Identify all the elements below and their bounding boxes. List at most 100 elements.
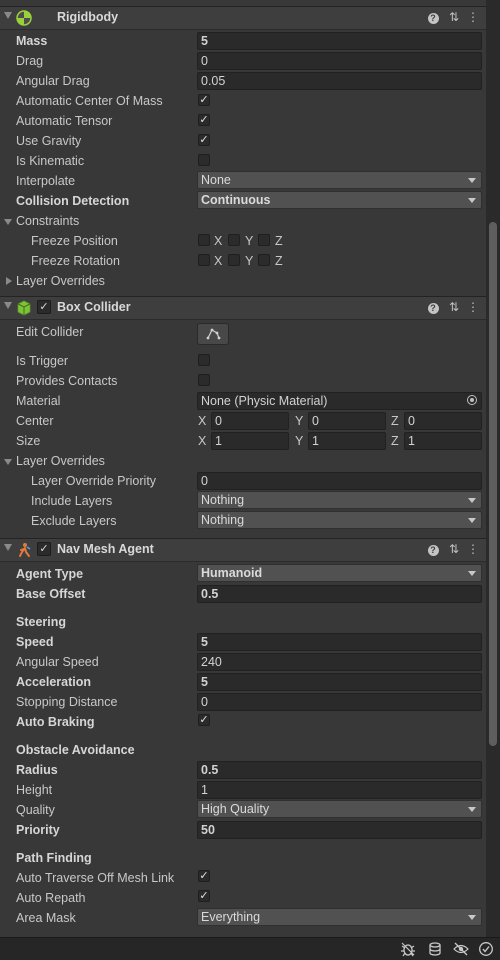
- speed-field[interactable]: 5: [197, 633, 482, 651]
- box-collider-fold-icon[interactable]: [4, 302, 12, 309]
- auto-repath-label: Auto Repath: [16, 891, 86, 905]
- object-picker-icon[interactable]: [467, 395, 477, 405]
- layer-overrides-fold-icon[interactable]: [6, 277, 12, 285]
- auto-com-checkbox[interactable]: ✓: [198, 94, 210, 106]
- exclude-layers-dropdown[interactable]: Nothing: [197, 511, 482, 529]
- use-gravity-checkbox[interactable]: ✓: [198, 134, 210, 146]
- nav-mesh-agent-enabled-checkbox[interactable]: ✓: [37, 542, 51, 556]
- size-x-field[interactable]: 1: [211, 432, 289, 450]
- center-label: Center: [16, 414, 54, 428]
- quality-value: High Quality: [201, 802, 270, 816]
- material-field[interactable]: None (Physic Material): [197, 392, 482, 410]
- angular-drag-field[interactable]: 0.05: [197, 72, 482, 90]
- layer-override-priority-field[interactable]: 0: [197, 472, 482, 490]
- is-kinematic-checkbox[interactable]: [198, 154, 210, 166]
- auto-tensor-checkbox[interactable]: ✓: [198, 114, 210, 126]
- height-field[interactable]: 1: [197, 781, 482, 799]
- freeze-position-x-checkbox[interactable]: [198, 234, 210, 246]
- center-x-field[interactable]: 0: [211, 412, 289, 430]
- layer-overrides-label[interactable]: Layer Overrides: [16, 454, 105, 468]
- stopping-distance-field[interactable]: 0: [197, 693, 482, 711]
- auto-com-label: Automatic Center Of Mass: [16, 94, 163, 108]
- visibility-icon[interactable]: [453, 941, 469, 957]
- provides-contacts-checkbox[interactable]: [198, 374, 210, 386]
- provides-contacts-label: Provides Contacts: [16, 374, 118, 388]
- agent-type-dropdown[interactable]: Humanoid: [197, 564, 482, 582]
- include-layers-label: Include Layers: [31, 494, 113, 508]
- center-y-field[interactable]: 0: [308, 412, 386, 430]
- size-z-label: Z: [391, 434, 399, 448]
- angular-drag-label: Angular Drag: [16, 74, 90, 88]
- checkmark-icon[interactable]: [478, 941, 494, 957]
- auto-repath-checkbox[interactable]: ✓: [198, 890, 210, 902]
- box-collider-icon: [17, 300, 31, 316]
- more-icon[interactable]: ⋮: [465, 9, 481, 25]
- more-icon[interactable]: ⋮: [465, 299, 481, 315]
- help-icon[interactable]: ?: [425, 9, 441, 25]
- base-offset-label: Base Offset: [16, 587, 86, 601]
- more-icon[interactable]: ⋮: [465, 541, 481, 557]
- chevron-down-icon: [468, 198, 476, 203]
- angular-speed-label: Angular Speed: [16, 655, 99, 669]
- constraints-label[interactable]: Constraints: [16, 214, 79, 228]
- interpolate-label: Interpolate: [16, 174, 76, 188]
- rigidbody-icon: [16, 10, 32, 26]
- base-offset-field[interactable]: 0.5: [197, 585, 482, 603]
- include-layers-dropdown[interactable]: Nothing: [197, 491, 482, 509]
- nav-mesh-agent-fold-icon[interactable]: [4, 544, 12, 551]
- auto-braking-checkbox[interactable]: ✓: [198, 714, 210, 726]
- size-label: Size: [16, 434, 41, 448]
- preset-icon[interactable]: ⇅: [446, 299, 462, 315]
- mass-field[interactable]: 5: [197, 32, 482, 50]
- rigidbody-fold-icon[interactable]: [4, 12, 12, 19]
- freeze-position-z-checkbox[interactable]: [258, 234, 270, 246]
- angular-speed-field[interactable]: 240: [197, 653, 482, 671]
- center-z-field[interactable]: 0: [404, 412, 482, 430]
- auto-tensor-label: Automatic Tensor: [16, 114, 113, 128]
- obstacle-avoidance-heading: Obstacle Avoidance: [16, 743, 135, 757]
- height-label: Height: [16, 783, 53, 797]
- nav-mesh-agent-title: Nav Mesh Agent: [57, 542, 154, 556]
- vertical-scrollbar[interactable]: [486, 0, 500, 937]
- collision-detection-dropdown[interactable]: Continuous: [197, 191, 482, 209]
- freeze-rotation-z-checkbox[interactable]: [258, 254, 270, 266]
- radius-field[interactable]: 0.5: [197, 761, 482, 779]
- interpolate-dropdown[interactable]: None: [197, 171, 482, 189]
- scrollbar-thumb[interactable]: [489, 222, 497, 746]
- layer-overrides-label[interactable]: Layer Overrides: [16, 274, 105, 288]
- edit-collider-button[interactable]: [197, 323, 229, 345]
- quality-dropdown[interactable]: High Quality: [197, 800, 482, 818]
- layer-overrides-fold-icon[interactable]: [4, 459, 12, 465]
- help-icon[interactable]: ?: [425, 299, 441, 315]
- area-mask-dropdown[interactable]: Everything: [197, 908, 482, 926]
- box-collider-enabled-checkbox[interactable]: ✓: [37, 300, 51, 314]
- exclude-layers-label: Exclude Layers: [31, 514, 117, 528]
- edit-collider-label: Edit Collider: [16, 325, 84, 339]
- size-y-field[interactable]: 1: [308, 432, 386, 450]
- freeze-position-label: Freeze Position: [31, 234, 118, 248]
- debug-icon[interactable]: [400, 941, 416, 957]
- freeze-rotation-x-checkbox[interactable]: [198, 254, 210, 266]
- rigidbody-header[interactable]: Rigidbody ? ⇅ ⋮: [0, 6, 486, 30]
- size-x-label: X: [198, 434, 207, 448]
- help-icon[interactable]: ?: [425, 541, 441, 557]
- constraints-fold-icon[interactable]: [4, 219, 12, 225]
- acceleration-field[interactable]: 5: [197, 673, 482, 691]
- chevron-down-icon: [468, 571, 476, 576]
- preset-icon[interactable]: ⇅: [446, 541, 462, 557]
- drag-field[interactable]: 0: [197, 52, 482, 70]
- chevron-down-icon: [468, 498, 476, 503]
- size-z-field[interactable]: 1: [404, 432, 482, 450]
- include-layers-value: Nothing: [201, 493, 245, 507]
- freeze-rotation-y-checkbox[interactable]: [228, 254, 240, 266]
- auto-traverse-checkbox[interactable]: ✓: [198, 870, 210, 882]
- preset-icon[interactable]: ⇅: [446, 9, 462, 25]
- freeze-position-y-checkbox[interactable]: [228, 234, 240, 246]
- nav-mesh-agent-header[interactable]: ✓ Nav Mesh Agent ? ⇅ ⋮: [0, 538, 486, 562]
- is-trigger-checkbox[interactable]: [198, 354, 210, 366]
- priority-field[interactable]: 50: [197, 821, 482, 839]
- layers-icon[interactable]: [427, 941, 443, 957]
- edit-collider-icon: [206, 328, 221, 340]
- box-collider-header[interactable]: ✓ Box Collider ? ⇅ ⋮: [0, 296, 486, 320]
- center-x-label: X: [198, 414, 207, 428]
